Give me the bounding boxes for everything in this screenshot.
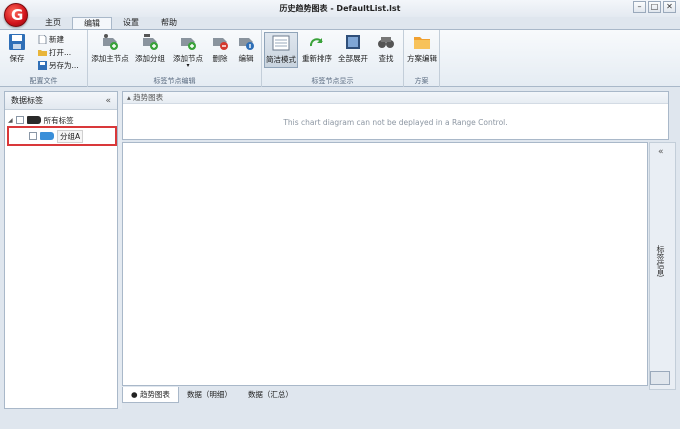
resort-button[interactable]: 重新排序: [300, 32, 334, 68]
edit-label: 编辑: [238, 54, 254, 63]
maximize-button[interactable]: □: [648, 1, 661, 13]
open-label: 打开...: [49, 47, 72, 57]
edit-button[interactable]: 编辑: [234, 32, 258, 68]
save-button[interactable]: 保存: [4, 32, 30, 68]
save-as-label: 另存为...: [49, 60, 79, 70]
find-label: 查找: [378, 54, 394, 63]
view-tabs: ● 趋势图表 数据（明细） 数据（汇总）: [122, 387, 301, 403]
new-button[interactable]: 新建: [38, 33, 64, 45]
data-tags-title: 数据标签: [11, 96, 43, 105]
simple-mode-button[interactable]: 简洁模式: [264, 32, 298, 68]
tag-info-label[interactable]: 标签信息: [655, 245, 666, 277]
group-config-caption: 配置文件: [29, 77, 58, 85]
group-edit-caption: 标签节点编辑: [153, 77, 196, 85]
save-as-icon: [38, 60, 47, 70]
edit-icon: [239, 38, 254, 50]
app-logo-letter: G: [11, 6, 24, 24]
plan-edit-button[interactable]: 方案编辑: [405, 32, 439, 68]
ribbon: 保存 新建 打开... 另存为... 配置文件 添加主节点 添加分组 添加节点 …: [0, 29, 680, 87]
new-label: 新建: [49, 34, 64, 44]
save-label: 保存: [9, 54, 25, 63]
add-node-icon: [181, 38, 196, 50]
tag-info-panel: « 标签信息: [649, 142, 676, 390]
find-button[interactable]: 查找: [372, 32, 400, 68]
group-plan-caption: 方案: [414, 77, 429, 85]
range-panel-title: 趋势图表: [133, 93, 164, 102]
delete-button[interactable]: 删除: [208, 32, 232, 68]
add-group-label: 添加分组: [135, 54, 165, 63]
minimize-button[interactable]: –: [633, 1, 646, 13]
range-collapse-icon[interactable]: ▴: [127, 93, 131, 102]
group-plan: 方案编辑 方案: [404, 30, 440, 87]
tab-data-detail[interactable]: 数据（明细）: [179, 387, 240, 403]
open-folder-icon: [38, 49, 47, 56]
simple-mode-label: 简洁模式: [266, 55, 296, 64]
tag-info-box[interactable]: [650, 371, 670, 385]
group-tag-icon: [40, 132, 54, 140]
group-display-caption: 标签节点显示: [311, 77, 354, 85]
delete-icon: [213, 38, 228, 50]
add-main-node-button[interactable]: 添加主节点: [90, 32, 130, 68]
tab-trend-chart-label: 趋势图表: [139, 390, 170, 399]
trend-chart-area[interactable]: [122, 142, 648, 386]
plan-folder-icon: [414, 37, 430, 49]
chevron-down-icon: ▾: [186, 62, 190, 69]
range-panel-header: ▴ 趋势图表: [123, 92, 668, 104]
group-config-file: 保存 新建 打开... 另存为... 配置文件: [0, 30, 88, 87]
tree-node-all-tags[interactable]: ◢ 所有标签: [8, 114, 74, 126]
open-button[interactable]: 打开...: [38, 46, 71, 58]
group-a-label: 分组A: [57, 129, 84, 143]
add-group-button[interactable]: 添加分组: [132, 32, 168, 68]
tree-expand-icon[interactable]: ◢: [8, 117, 13, 124]
tab-data-summary[interactable]: 数据（汇总）: [240, 387, 301, 403]
data-tags-panel: 数据标签 « ◢ 所有标签 分组A: [4, 91, 118, 409]
range-control-panel: ▴ 趋势图表 This chart diagram can not be dep…: [122, 91, 669, 140]
tag-icon: [26, 116, 41, 124]
close-button[interactable]: ✕: [663, 1, 676, 13]
app-logo[interactable]: G: [4, 3, 28, 27]
simple-mode-icon: [272, 35, 290, 51]
group-tag-node-display: 简洁模式 重新排序 全部展开 查找 标签节点显示: [262, 30, 404, 87]
add-main-node-icon: [103, 34, 118, 50]
group-a-checkbox[interactable]: [29, 132, 37, 140]
all-tags-label: 所有标签: [43, 115, 74, 125]
add-group-icon: [143, 34, 158, 50]
window-controls: – □ ✕: [633, 1, 676, 13]
group-tag-node-edit: 添加主节点 添加分组 添加节点 ▾ 删除 编辑 标签节点编辑: [88, 30, 262, 87]
binoculars-icon: [378, 37, 394, 48]
data-tags-header: 数据标签 «: [5, 92, 117, 110]
window-title: 历史趋势图表 - DefaultList.lst: [279, 4, 401, 13]
save-icon: [9, 34, 25, 50]
add-node-button[interactable]: 添加节点 ▾: [170, 32, 206, 69]
add-main-node-label: 添加主节点: [91, 54, 129, 63]
expand-all-button[interactable]: 全部展开: [336, 32, 370, 68]
collapse-panel-icon[interactable]: «: [105, 92, 111, 110]
tree-node-group-a[interactable]: 分组A: [29, 129, 84, 143]
status-bar: [0, 409, 680, 429]
all-tags-checkbox[interactable]: [15, 116, 24, 124]
expand-panel-icon[interactable]: «: [658, 147, 664, 157]
resort-label: 重新排序: [302, 54, 332, 63]
expand-all-label: 全部展开: [338, 54, 368, 63]
range-message: This chart diagram can not be deplayed i…: [283, 118, 508, 127]
tab-trend-chart[interactable]: ● 趋势图表: [122, 387, 179, 403]
expand-all-icon: [346, 35, 360, 49]
delete-label: 删除: [212, 54, 228, 63]
plan-edit-label: 方案编辑: [407, 54, 437, 63]
title-bar: 历史趋势图表 - DefaultList.lst – □ ✕: [0, 0, 680, 17]
resort-icon: [309, 38, 323, 47]
save-as-button[interactable]: 另存为...: [38, 59, 79, 71]
new-file-icon: [38, 34, 47, 44]
